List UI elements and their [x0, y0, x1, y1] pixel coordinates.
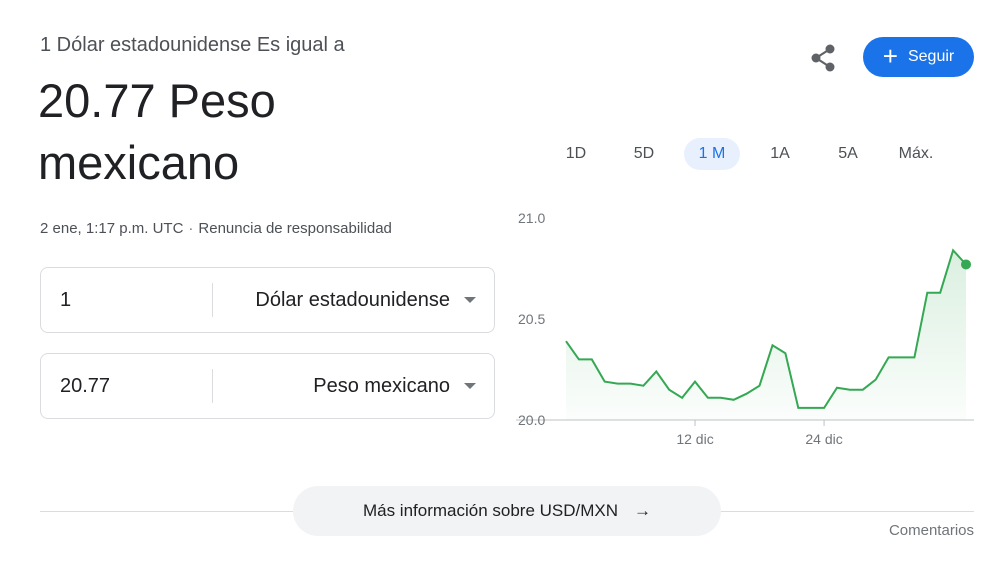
follow-button[interactable]: + Seguir: [863, 37, 974, 77]
timestamp: 2 ene, 1:17 p.m. UTC: [40, 220, 184, 237]
conversion-subtitle: 1 Dólar estadounidense Es igual a: [40, 34, 345, 56]
meta-separator: ·: [188, 220, 194, 237]
plus-icon: +: [882, 41, 898, 71]
to-currency-label: Peso mexicano: [313, 374, 450, 397]
tab-1a[interactable]: 1A: [756, 138, 804, 170]
more-info-button[interactable]: Más información sobre USD/MXN →: [293, 486, 721, 536]
y-tick-label: 21.0: [518, 210, 545, 226]
latest-point-marker: [961, 259, 971, 270]
tab-1m[interactable]: 1 M: [684, 138, 740, 170]
to-amount-input[interactable]: 20.77: [60, 354, 210, 418]
arrow-right-icon: →: [634, 501, 652, 520]
chart-svg: 20.0 20.5 21.0 12 dic 24 dic: [516, 210, 974, 447]
tab-1d[interactable]: 1D: [552, 138, 600, 170]
share-icon: [811, 44, 835, 72]
share-button[interactable]: [806, 41, 840, 75]
input-divider: [212, 283, 213, 317]
disclaimer-link[interactable]: Renuncia de responsabilidad: [198, 220, 391, 237]
tab-5d[interactable]: 5D: [620, 138, 668, 170]
x-tick-label: 24 dic: [805, 431, 842, 447]
y-tick-label: 20.0: [518, 412, 545, 428]
to-currency-row: 20.77 Peso mexicano: [40, 353, 495, 419]
tab-max[interactable]: Máx.: [890, 138, 942, 170]
chevron-down-icon: [464, 297, 476, 303]
converted-value-heading: 20.77 Peso mexicano: [38, 74, 276, 189]
chevron-down-icon: [464, 383, 476, 389]
from-currency-select[interactable]: Dólar estadounidense: [255, 268, 476, 332]
time-range-tabs: 1D 5D 1 M 1A 5A Máx.: [550, 138, 970, 170]
timestamp-line: 2 ene, 1:17 p.m. UTC · Renuncia de respons…: [40, 220, 392, 237]
feedback-link[interactable]: Comentarios: [889, 522, 974, 539]
more-info-label: Más información sobre USD/MXN: [362, 501, 619, 520]
exchange-rate-chart[interactable]: 20.0 20.5 21.0 12 dic 24 dic: [510, 200, 990, 460]
from-currency-row: 1 Dólar estadounidense: [40, 267, 495, 333]
y-tick-label: 20.5: [518, 311, 545, 327]
from-currency-label: Dólar estadounidense: [255, 288, 450, 311]
from-amount-input[interactable]: 1: [60, 268, 210, 332]
to-currency-select[interactable]: Peso mexicano: [313, 354, 476, 418]
tab-5a[interactable]: 5A: [824, 138, 872, 170]
area-fill: [566, 250, 966, 420]
input-divider: [212, 369, 213, 403]
x-tick-label: 12 dic: [676, 431, 713, 447]
follow-label: Seguir: [907, 48, 955, 65]
